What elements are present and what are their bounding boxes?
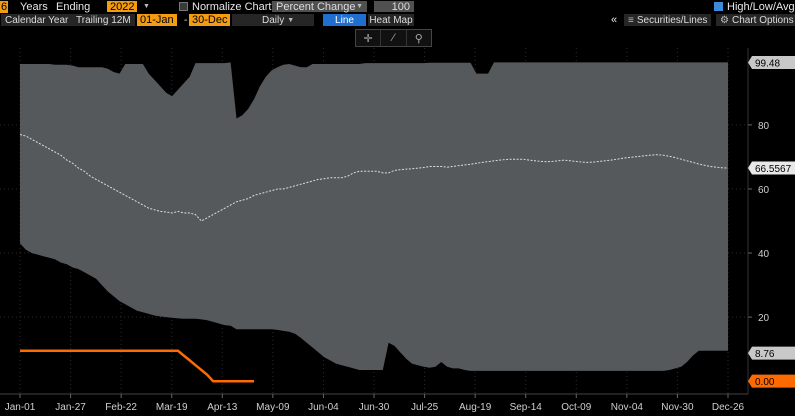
y-tick-label: 40 (758, 249, 770, 260)
value-marker-label: 8.76 (755, 349, 775, 360)
value-marker: 8.76 (748, 346, 795, 360)
value-marker: 0.00 (748, 374, 795, 388)
x-tick-label: Jun-04 (308, 402, 339, 413)
x-tick-label: May-09 (256, 402, 290, 413)
x-tick-label: Jan-27 (55, 402, 86, 413)
x-axis-ticks: Jan-01 Jan-27 Feb-22 Mar-19 Apr-13 May-09 Jun-… (5, 394, 745, 413)
x-tick-label: Mar-19 (156, 402, 188, 413)
x-tick-label: Nov-04 (611, 402, 644, 413)
x-tick-label: Sep-14 (510, 402, 543, 413)
y-axis-ticks: 20 40 60 80 (748, 121, 770, 324)
x-tick-label: Feb-22 (105, 402, 137, 413)
y-tick-label: 80 (758, 121, 770, 132)
x-tick-label: Dec-26 (712, 402, 745, 413)
chart-area[interactable]: 20 40 60 80 Jan-01 Jan-27 Feb-22 Mar-19 Apr-13 M… (0, 0, 795, 416)
value-markers: 99.48 66.5567 8.76 0.00 (748, 55, 795, 388)
x-tick-label: Jul-25 (411, 402, 439, 413)
y-tick-label: 20 (758, 313, 770, 324)
x-tick-label: Nov-30 (661, 402, 694, 413)
y-tick-label: 60 (758, 185, 770, 196)
x-tick-label: Aug-19 (459, 402, 492, 413)
x-tick-label: Jan-01 (5, 402, 36, 413)
x-tick-label: Jun-30 (359, 402, 390, 413)
value-marker-label: 66.5567 (755, 164, 792, 175)
value-marker: 66.5567 (748, 161, 795, 175)
value-marker-label: 0.00 (755, 377, 775, 388)
value-marker-label: 99.48 (755, 58, 780, 69)
x-tick-label: Apr-13 (207, 402, 237, 413)
security-series-line (20, 349, 254, 383)
high-low-band (20, 62, 728, 371)
x-tick-label: Oct-09 (561, 402, 591, 413)
value-marker: 99.48 (748, 55, 795, 69)
